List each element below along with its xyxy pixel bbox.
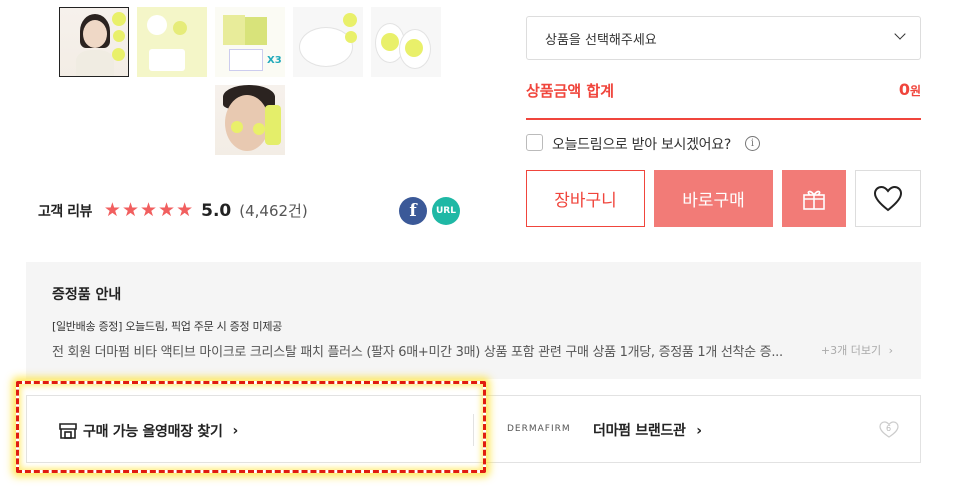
gift-icon (803, 190, 825, 210)
thumbnail-model-patches[interactable] (215, 85, 285, 155)
brand-shop-label: 더마펌 브랜드관 (593, 423, 686, 439)
highlight-annotation (16, 381, 486, 473)
heart-icon (873, 185, 903, 211)
review-count: (4,462건) (239, 202, 308, 220)
cart-button[interactable]: 장바구니 (526, 170, 645, 227)
product-select-placeholder: 상품을 선택해주세요 (545, 32, 657, 48)
thumbnail-patch-yellow[interactable] (137, 7, 207, 77)
gift-more-label: +3개 더보기 (820, 344, 882, 357)
info-icon[interactable]: i (745, 136, 760, 151)
total-divider (526, 118, 921, 120)
chevron-right-icon: › (888, 344, 893, 357)
buy-now-button[interactable]: 바로구매 (654, 170, 773, 227)
review-label: 고객 리뷰 (38, 203, 92, 220)
brand-shop-link[interactable]: 더마펌 브랜드관 › (593, 420, 702, 440)
url-share-button[interactable]: URL (432, 197, 460, 225)
total-value: 0 (898, 80, 910, 99)
today-dream-checkbox[interactable] (526, 134, 543, 151)
star-icon: ★ (176, 199, 194, 221)
buy-now-button-label: 바로구매 (682, 191, 745, 211)
gift-title: 증정품 안내 (52, 287, 122, 303)
wishlist-button[interactable] (855, 170, 921, 227)
today-dream-label[interactable]: 오늘드림으로 받아 보시겠어요? (552, 134, 731, 154)
total-amount: 0원 (899, 80, 921, 99)
thumbnail-patch-clear[interactable] (293, 7, 363, 77)
total-unit: 원 (909, 84, 921, 98)
review-score: 5.0 (201, 200, 232, 221)
brand-like-button[interactable]: 6 (879, 421, 899, 439)
brand-like-count: 6 (886, 424, 892, 433)
url-label: URL (436, 206, 456, 216)
gift-description: 전 회원 더마펌 비타 액티브 마이크로 크리스탈 패치 플러스 (팔자 6매+… (52, 345, 783, 360)
gift-info-panel: 증정품 안내 [일반배송 증정] 오늘드림, 픽업 주문 시 증정 미제공 전 … (26, 262, 921, 379)
facebook-icon: f (409, 201, 417, 221)
brand-logo: DERMAFIRM (507, 424, 571, 434)
rating-stars: ★ ★ ★ ★ ★ (104, 201, 193, 220)
star-icon: ★ (158, 199, 176, 221)
gift-button[interactable] (782, 170, 846, 227)
chevron-right-icon: › (696, 423, 702, 439)
product-select[interactable]: 상품을 선택해주세요 (526, 16, 921, 60)
facebook-share-button[interactable]: f (399, 197, 427, 225)
review-summary[interactable]: 고객 리뷰 ★ ★ ★ ★ ★ 5.0 (4,462건) (38, 200, 308, 221)
cart-button-label: 장바구니 (554, 191, 617, 211)
gift-more-link[interactable]: +3개 더보기 › (821, 342, 893, 358)
thumbnail-patch-stickers[interactable] (371, 7, 441, 77)
chevron-down-icon (894, 28, 906, 40)
gift-tag: [일반배송 증정] 오늘드림, 픽업 주문 시 증정 미제공 (52, 320, 282, 333)
thumbnail-model-face[interactable] (59, 7, 129, 77)
star-icon: ★ (121, 199, 139, 221)
star-icon: ★ (103, 199, 121, 221)
thumbnail-patch-pack[interactable]: X3 (215, 7, 285, 77)
total-label: 상품금액 합계 (526, 82, 615, 100)
star-icon: ★ (140, 199, 158, 221)
